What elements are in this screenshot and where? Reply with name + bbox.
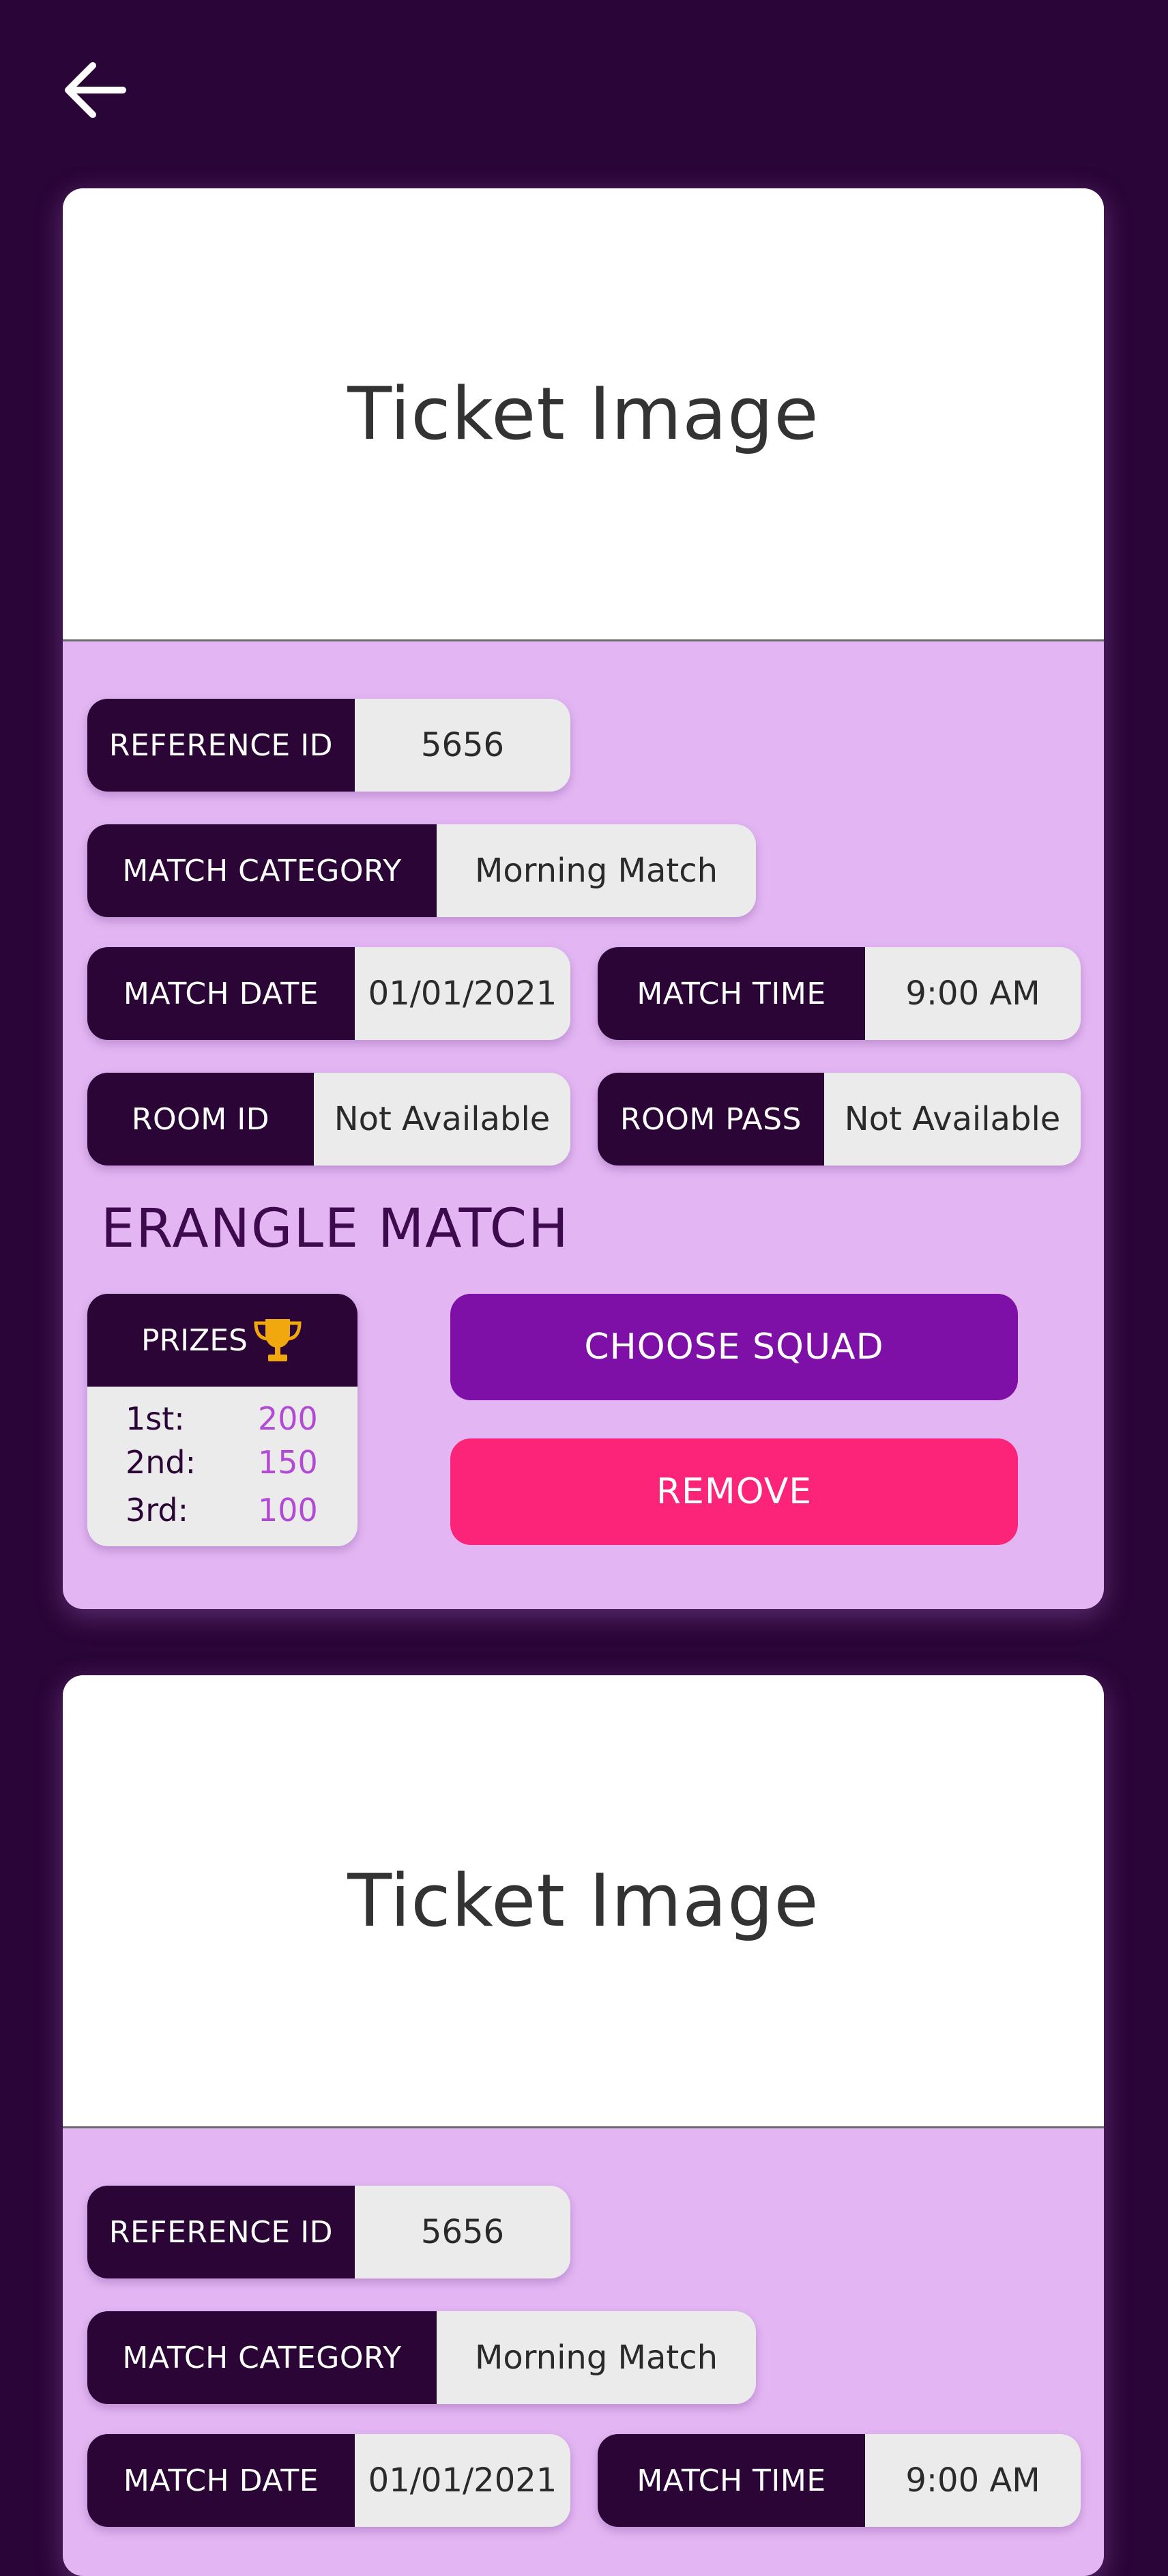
reference-id-label: REFERENCE ID (87, 699, 355, 792)
trophy-icon (254, 1319, 302, 1361)
ticket-image-label: Ticket Image (347, 1859, 819, 1943)
back-button[interactable] (60, 55, 131, 126)
room-pass-value: Not Available (844, 1100, 1061, 1138)
match-category-value: Morning Match (474, 2339, 718, 2377)
prizes-label: PRIZES (141, 1322, 248, 1358)
ticket-image-label: Ticket Image (347, 372, 819, 456)
ticket-image: Ticket Image (63, 1675, 1104, 2128)
room-id-label: ROOM ID (87, 1073, 314, 1166)
arrow-left-icon (65, 62, 126, 118)
prize-row-1: 1st: 200 (87, 1400, 357, 1444)
reference-id-value: 5656 (420, 726, 505, 764)
match-date-field: MATCH DATE 01/01/2021 (87, 2434, 570, 2527)
reference-id-value: 5656 (420, 2213, 505, 2251)
match-category-label: MATCH CATEGORY (87, 824, 437, 917)
prize-amount: 150 (258, 1444, 318, 1481)
match-category-field: MATCH CATEGORY Morning Match (87, 824, 756, 917)
prize-place: 3rd: (126, 1492, 189, 1529)
match-time-value: 9:00 AM (905, 2461, 1040, 2500)
room-pass-label: ROOM PASS (598, 1073, 824, 1166)
reference-id-label: REFERENCE ID (87, 2186, 355, 2278)
room-id-value: Not Available (334, 1100, 551, 1138)
prizes-header: PRIZES (87, 1294, 357, 1387)
reference-id-field: REFERENCE ID 5656 (87, 699, 570, 792)
match-time-label: MATCH TIME (598, 947, 865, 1040)
reference-id-field: REFERENCE ID 5656 (87, 2186, 570, 2278)
match-date-value: 01/01/2021 (368, 974, 557, 1013)
prize-place: 1st: (126, 1400, 185, 1437)
match-category-field: MATCH CATEGORY Morning Match (87, 2311, 756, 2404)
match-date-value: 01/01/2021 (368, 2461, 557, 2500)
match-date-label: MATCH DATE (87, 947, 355, 1040)
match-date-field: MATCH DATE 01/01/2021 (87, 947, 570, 1040)
room-pass-field: ROOM PASS Not Available (598, 1073, 1081, 1166)
match-category-value: Morning Match (474, 852, 718, 890)
match-time-value: 9:00 AM (905, 974, 1040, 1013)
prize-place: 2nd: (126, 1444, 196, 1481)
match-time-field: MATCH TIME 9:00 AM (598, 947, 1081, 1040)
remove-button[interactable]: REMOVE (450, 1438, 1018, 1545)
prize-row-2: 2nd: 150 (87, 1444, 357, 1488)
prizes-box: PRIZES 1st: 200 2nd: 150 3rd: 100 (87, 1294, 357, 1546)
match-time-field: MATCH TIME 9:00 AM (598, 2434, 1081, 2527)
match-category-label: MATCH CATEGORY (87, 2311, 437, 2404)
match-card: Ticket Image REFERENCE ID 5656 MATCH CAT… (63, 188, 1104, 1609)
match-time-label: MATCH TIME (598, 2434, 865, 2527)
prize-amount: 100 (258, 1492, 318, 1529)
prize-row-3: 3rd: 100 (87, 1492, 357, 1535)
prize-amount: 200 (258, 1400, 318, 1437)
match-card: Ticket Image REFERENCE ID 5656 MATCH CAT… (63, 1675, 1104, 2576)
match-date-label: MATCH DATE (87, 2434, 355, 2527)
choose-squad-button[interactable]: CHOOSE SQUAD (450, 1294, 1018, 1400)
ticket-image: Ticket Image (63, 188, 1104, 641)
room-id-field: ROOM ID Not Available (87, 1073, 570, 1166)
match-title: ERANGLE MATCH (101, 1198, 570, 1260)
